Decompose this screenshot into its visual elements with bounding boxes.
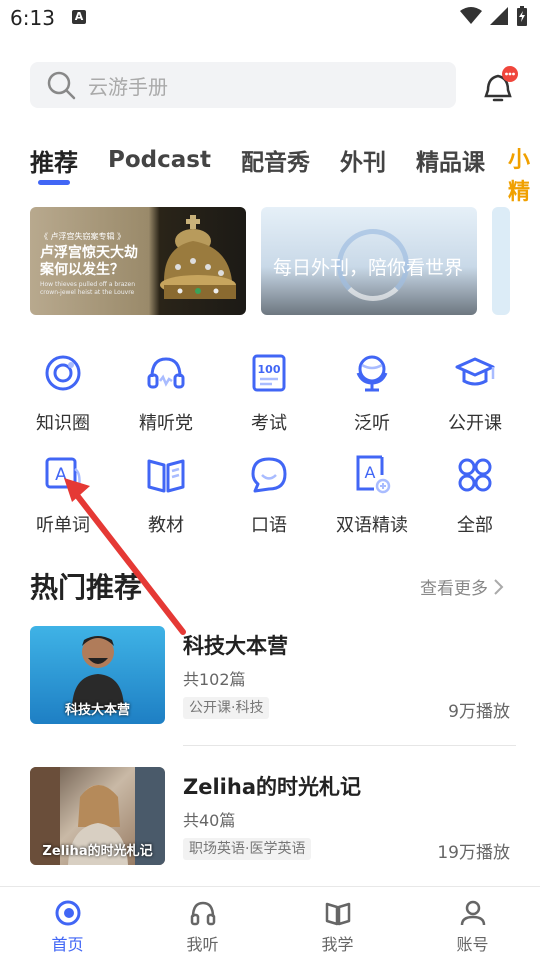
chevron-right-icon	[494, 578, 504, 595]
notification-a-icon: A	[72, 10, 86, 24]
tab-magazine[interactable]: 外刊	[340, 143, 386, 177]
card-plays: 9万播放	[448, 702, 510, 722]
grid-label: 知识圈	[36, 413, 90, 434]
svg-text:A: A	[365, 463, 376, 482]
thumbnail-caption: 科技大本营	[64, 703, 130, 718]
home-icon	[55, 900, 80, 926]
grid-listen-words[interactable]: A 听单词	[11, 453, 115, 543]
banner-subtitle: 《 卢浮宫失窃案专辑 》	[40, 232, 126, 241]
banner-daily-magazine[interactable]: 每日外刊，陪你看世界	[261, 207, 477, 315]
grid-label: 精听党	[139, 413, 193, 434]
svg-text:100: 100	[258, 363, 281, 376]
all-grid-icon	[458, 458, 492, 492]
grid-label: 公开课	[448, 413, 502, 434]
grid-extensive-listening[interactable]: 泛听	[320, 351, 424, 441]
grid-label: 泛听	[354, 413, 390, 434]
nav-home[interactable]: 首页	[0, 887, 135, 961]
search-icon	[47, 71, 76, 100]
grid-all[interactable]: 全部	[423, 453, 527, 543]
card-plays: 19万播放	[437, 843, 510, 863]
nav-label: 我听	[186, 935, 219, 954]
card-count: 共40篇	[183, 811, 236, 830]
grid-label: 双语精读	[336, 515, 408, 536]
card-thumbnail[interactable]: 科技大本营	[30, 626, 165, 724]
grid-knowledge-circle[interactable]: 知识圈	[11, 351, 115, 441]
card-title[interactable]: 科技大本营	[183, 630, 288, 660]
speech-bubble-icon	[251, 457, 287, 493]
card-count: 共102篇	[183, 670, 246, 689]
grid-label: 教材	[148, 515, 184, 536]
crown-image	[160, 215, 236, 299]
word-card-icon: A	[45, 457, 81, 489]
battery-icon	[517, 6, 527, 26]
grid-textbook[interactable]: 教材	[114, 453, 218, 543]
section-title: 热门推荐	[30, 571, 143, 604]
tab-recommend[interactable]: 推荐	[30, 143, 78, 178]
card-tag: 公开课·科技	[183, 697, 270, 719]
grid-intensive-listening[interactable]: 精听党	[114, 351, 218, 441]
bottom-nav: 首页 我听 我学 账号	[0, 886, 540, 961]
grid-open-course[interactable]: 公开课	[423, 351, 527, 441]
person-icon	[460, 900, 485, 926]
grid-label: 口语	[251, 515, 287, 536]
tab-premium-course[interactable]: 精品课	[416, 143, 485, 177]
bilingual-read-icon: A	[356, 455, 391, 494]
headphones-icon	[190, 901, 215, 926]
see-more-link[interactable]: 查看更多	[420, 574, 504, 599]
nav-my-listening[interactable]: 我听	[135, 887, 270, 961]
grid-speaking[interactable]: 口语	[217, 453, 321, 543]
bell-icon[interactable]	[480, 66, 520, 106]
nav-account[interactable]: 账号	[405, 887, 540, 961]
tab-dubbing[interactable]: 配音秀	[241, 143, 310, 177]
globe-icon	[356, 355, 388, 392]
banner-louvre[interactable]: 《 卢浮宫失窃案专辑 》 卢浮宫惊天大劫案何以发生？ How thieves p…	[30, 207, 246, 315]
category-tabs: 推荐 Podcast 配音秀 外刊 精品课	[30, 140, 515, 180]
card-thumbnail[interactable]: Zeliha的时光札记	[30, 767, 165, 865]
grid-label: 考试	[251, 413, 287, 434]
grid-exam[interactable]: 100 考试	[217, 351, 321, 441]
grid-label: 听单词	[36, 515, 90, 536]
graduation-cap-icon	[455, 357, 495, 386]
svg-text:A: A	[55, 465, 67, 485]
active-tab-indicator	[38, 180, 70, 185]
nav-label: 我学	[321, 935, 354, 954]
banner-title: 卢浮宫惊天大劫案何以发生？	[40, 245, 138, 278]
signal-icon	[490, 7, 508, 25]
card-title[interactable]: Zeliha的时光札记	[183, 771, 361, 801]
wifi-icon	[460, 7, 482, 24]
grid-label: 全部	[457, 515, 493, 536]
divider	[183, 745, 516, 746]
banner-next-peek[interactable]	[492, 207, 510, 315]
book-icon	[325, 902, 350, 926]
nav-label: 账号	[456, 935, 489, 954]
presenter-image	[72, 636, 124, 710]
status-icons	[460, 6, 528, 26]
card-tag: 职场英语·医学英语	[183, 838, 312, 860]
banner-caption: 每日外刊，陪你看世界	[273, 257, 464, 279]
grid-bilingual-reading[interactable]: A 双语精读	[320, 453, 424, 543]
see-more-label: 查看更多	[420, 579, 488, 599]
exam-100-icon: 100	[252, 354, 286, 392]
tab-overflow-badge[interactable]: 小精	[508, 142, 540, 206]
knowledge-circle-icon	[45, 355, 81, 391]
search-bar[interactable]: 云游手册	[30, 62, 456, 108]
banner-english-caption: How thieves pulled off a brazen crown-je…	[40, 281, 136, 296]
nav-my-study[interactable]: 我学	[270, 887, 405, 961]
textbook-icon	[147, 459, 185, 493]
nav-label: 首页	[51, 935, 84, 954]
headset-icon	[147, 357, 185, 389]
search-placeholder: 云游手册	[88, 74, 168, 99]
status-time: 6:13	[10, 6, 55, 30]
thumbnail-caption: Zeliha的时光札记	[42, 844, 153, 859]
tab-podcast[interactable]: Podcast	[108, 147, 211, 173]
